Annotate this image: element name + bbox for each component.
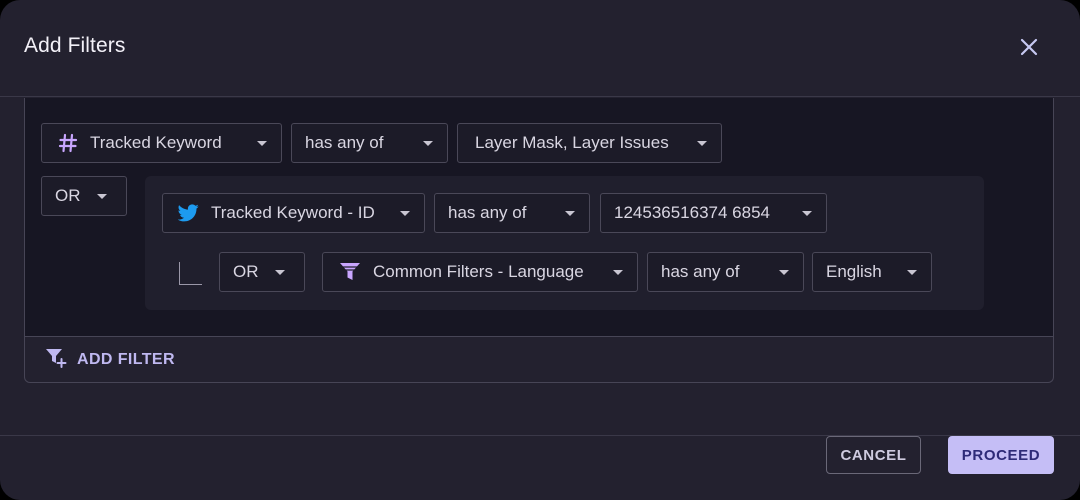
value-select-label: Layer Mask, Layer Issues [475,133,669,152]
cancel-button[interactable]: CANCEL [826,436,921,474]
value-select[interactable]: English [812,252,932,292]
conjunction-select[interactable]: OR [219,252,305,292]
proceed-button[interactable]: PROCEED [948,436,1054,474]
add-filter-label: ADD FILTER [77,351,175,368]
hashtag-icon [58,133,78,153]
add-filter-button[interactable]: ADD FILTER [45,348,175,373]
operator-select-label: has any of [305,133,384,152]
operator-select[interactable]: has any of [291,123,448,163]
conjunction-select-label: OR [55,186,81,205]
chevron-down-icon [275,270,285,275]
filters-area: Tracked Keyword has any of Layer Mask, L… [25,98,1053,336]
chevron-down-icon [257,141,267,146]
chevron-down-icon [907,270,917,275]
chevron-down-icon [697,141,707,146]
chevron-down-icon [97,194,107,199]
operator-select-label: has any of [661,262,740,281]
field-select-tracked-keyword-id[interactable]: Tracked Keyword - ID [162,193,425,233]
filters-panel: Tracked Keyword has any of Layer Mask, L… [24,98,1054,383]
chevron-down-icon [779,270,789,275]
nested-filter-group: Tracked Keyword - ID has any of 12453651… [145,176,984,310]
value-select[interactable]: Layer Mask, Layer Issues [457,123,722,163]
field-select-tracked-keyword[interactable]: Tracked Keyword [41,123,282,163]
field-select-label: Tracked Keyword - ID [211,203,375,222]
nesting-connector [179,262,202,285]
value-select-label: English [826,262,882,281]
value-select[interactable]: 124536516374 6854 [600,193,827,233]
chevron-down-icon [613,270,623,275]
field-select-common-filters-language[interactable]: Common Filters - Language [322,252,638,292]
filter-add-icon [45,348,67,373]
chevron-down-icon [802,211,812,216]
chevron-down-icon [400,211,410,216]
operator-select[interactable]: has any of [434,193,590,233]
funnel-icon [339,262,361,282]
twitter-icon [178,204,199,222]
chevron-down-icon [423,141,433,146]
dialog-title: Add Filters [24,34,126,57]
conjunction-select[interactable]: OR [41,176,127,216]
dialog-footer: CANCEL PROCEED [0,435,1080,500]
operator-select-label: has any of [448,203,527,222]
field-select-label: Tracked Keyword [90,133,222,152]
dialog-header: Add Filters [0,0,1080,97]
conjunction-select-label: OR [233,262,259,281]
value-select-label: 124536516374 6854 [614,203,770,222]
operator-select[interactable]: has any of [647,252,804,292]
chevron-down-icon [565,211,575,216]
close-icon[interactable] [1016,34,1042,60]
panel-footer: ADD FILTER [25,336,1053,383]
field-select-label: Common Filters - Language [373,262,584,281]
add-filters-dialog: Add Filters Tracked Keyword has any of L… [0,0,1080,500]
